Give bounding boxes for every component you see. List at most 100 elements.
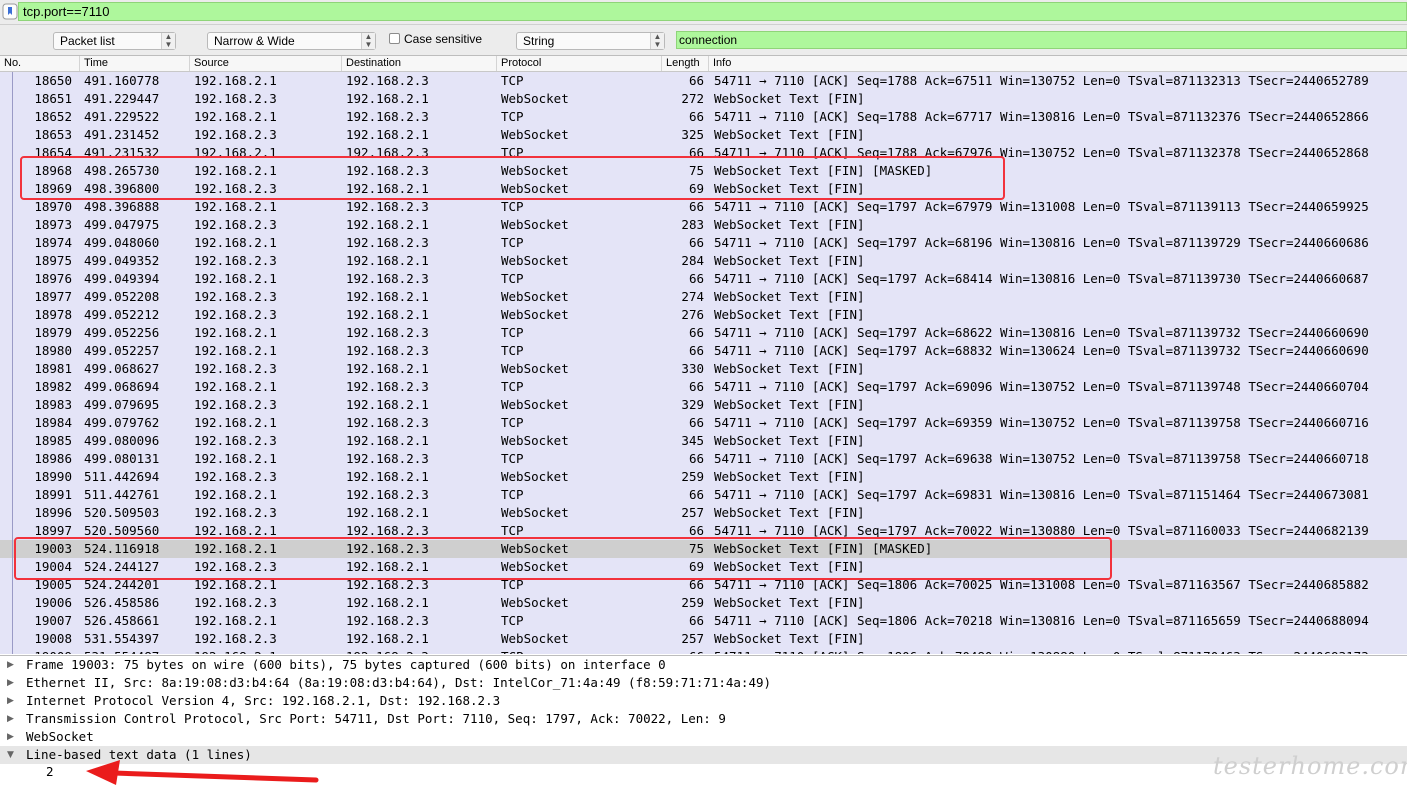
packet-info: 54711 → 7110 [ACK] Seq=1797 Ack=68414 Wi… [714,271,1369,286]
packet-protocol: WebSocket [501,307,569,322]
packet-destination: 192.168.2.1 [346,91,429,106]
packet-protocol: WebSocket [501,397,569,412]
case-sensitive-checkbox[interactable] [389,33,400,44]
packet-info: WebSocket Text [FIN] [714,631,865,646]
packet-length: 283 [681,217,704,232]
packet-length: 66 [688,451,704,466]
packet-row[interactable]: 18976 499.049394 192.168.2.1 192.168.2.3 TCP… [0,270,1407,288]
packet-row[interactable]: 18975 499.049352 192.168.2.3 192.168.2.1 Web… [0,252,1407,270]
packet-length: 66 [688,343,704,358]
packet-row[interactable]: 18990 511.442694 192.168.2.3 192.168.2.1 Web… [0,468,1407,486]
packet-row[interactable]: 18652 491.229522 192.168.2.1 192.168.2.3 TCP… [0,108,1407,126]
packet-row[interactable]: 18985 499.080096 192.168.2.3 192.168.2.1 Web… [0,432,1407,450]
find-search-input[interactable]: connection [676,31,1407,49]
packet-destination: 192.168.2.3 [346,73,429,88]
column-header-info[interactable]: Info [709,56,1407,71]
collapsed-triangle-icon[interactable]: ▶ [7,656,19,674]
detail-tree-item[interactable]: ▶ Ethernet II, Src: 8a:19:08:d3:b4:64 (8a… [0,674,1407,692]
packet-protocol: TCP [501,487,524,502]
packet-row[interactable]: 18986 499.080131 192.168.2.1 192.168.2.3 TCP… [0,450,1407,468]
detail-tree-item[interactable]: ▶ Internet Protocol Version 4, Src: 192.1… [0,692,1407,710]
packet-row[interactable]: 18979 499.052256 192.168.2.1 192.168.2.3 TCP… [0,324,1407,342]
packet-number: 18984 [34,415,72,430]
packet-length: 66 [688,235,704,250]
packet-length: 66 [688,271,704,286]
detail-tree-item[interactable]: ▶ Transmission Control Protocol, Src Port… [0,710,1407,728]
text-data-value[interactable]: 2 [46,763,54,781]
detail-tree-item[interactable]: ▶ WebSocket [0,728,1407,746]
char-width-select[interactable]: Narrow & Wide ▲ ▼ [207,32,376,50]
packet-protocol: WebSocket [501,289,569,304]
packet-destination: 192.168.2.1 [346,505,429,520]
packet-time: 511.442761 [84,487,160,502]
column-header-protocol[interactable]: Protocol [497,56,662,71]
packet-protocol: TCP [501,648,524,654]
packet-number: 18981 [34,361,72,376]
packet-source: 192.168.2.3 [194,127,277,142]
packet-protocol: WebSocket [501,91,569,106]
packet-number: 18991 [34,487,72,502]
column-header-source[interactable]: Source [190,56,342,71]
packet-row[interactable]: 18651 491.229447 192.168.2.3 192.168.2.1 Web… [0,90,1407,108]
collapsed-triangle-icon[interactable]: ▶ [7,728,19,746]
packet-protocol: TCP [501,73,524,88]
packet-source: 192.168.2.3 [194,397,277,412]
packet-info: WebSocket Text [FIN] [714,433,865,448]
packet-row[interactable]: 18981 499.068627 192.168.2.3 192.168.2.1 Web… [0,360,1407,378]
packet-row[interactable]: 18977 499.052208 192.168.2.3 192.168.2.1 Web… [0,288,1407,306]
packet-source: 192.168.2.1 [194,613,277,628]
packet-row[interactable]: 18970 498.396888 192.168.2.1 192.168.2.3 TCP… [0,198,1407,216]
packet-number: 18651 [34,91,72,106]
packet-row[interactable]: 18996 520.509503 192.168.2.3 192.168.2.1 Web… [0,504,1407,522]
search-type-select[interactable]: String ▲ ▼ [516,32,665,50]
detail-tree-item[interactable]: ▶ Frame 19003: 75 bytes on wire (600 bits… [0,656,1407,674]
packet-source: 192.168.2.3 [194,433,277,448]
packet-row[interactable]: 19009 531.554487 192.168.2.1 192.168.2.3 TCP… [0,648,1407,654]
packet-protocol: TCP [501,343,524,358]
packet-info: WebSocket Text [FIN] [714,91,865,106]
packet-destination: 192.168.2.3 [346,235,429,250]
packet-protocol: TCP [501,235,524,250]
packet-row[interactable]: 18653 491.231452 192.168.2.3 192.168.2.1 Web… [0,126,1407,144]
packet-row[interactable]: 18991 511.442761 192.168.2.1 192.168.2.3 TCP… [0,486,1407,504]
bookmark-icon[interactable] [2,3,18,20]
packet-row[interactable]: 18984 499.079762 192.168.2.1 192.168.2.3 TCP… [0,414,1407,432]
detail-tree-label: Ethernet II, Src: 8a:19:08:d3:b4:64 (8a:… [26,675,772,690]
packet-row[interactable]: 18974 499.048060 192.168.2.1 192.168.2.3 TCP… [0,234,1407,252]
search-in-select[interactable]: Packet list ▲ ▼ [53,32,176,50]
packet-row[interactable]: 19006 526.458586 192.168.2.3 192.168.2.1 Web… [0,594,1407,612]
collapsed-triangle-icon[interactable]: ▶ [7,710,19,728]
packet-row[interactable]: 18982 499.068694 192.168.2.1 192.168.2.3 TCP… [0,378,1407,396]
packet-protocol: TCP [501,415,524,430]
packet-source: 192.168.2.3 [194,217,277,232]
packet-number: 18652 [34,109,72,124]
packet-info: WebSocket Text [FIN] [714,397,865,412]
packet-destination: 192.168.2.1 [346,631,429,646]
collapsed-triangle-icon[interactable]: ▶ [7,692,19,710]
packet-protocol: WebSocket [501,469,569,484]
column-header-length[interactable]: Length [662,56,709,71]
packet-row[interactable]: 18650 491.160778 192.168.2.1 192.168.2.3 TCP… [0,72,1407,90]
packet-source: 192.168.2.3 [194,631,277,646]
collapsed-triangle-icon[interactable]: ▶ [7,674,19,692]
packet-source: 192.168.2.3 [194,91,277,106]
packet-destination: 192.168.2.1 [346,289,429,304]
case-sensitive-label: Case sensitive [404,32,483,46]
column-header-destination[interactable]: Destination [342,56,497,71]
packet-row[interactable]: 18978 499.052212 192.168.2.3 192.168.2.1 Web… [0,306,1407,324]
expanded-triangle-icon[interactable]: ▼ [7,746,19,764]
packet-row[interactable]: 18980 499.052257 192.168.2.1 192.168.2.3 TCP… [0,342,1407,360]
display-filter-input[interactable]: tcp.port==7110 [18,2,1407,21]
packet-number: 18974 [34,235,72,250]
packet-destination: 192.168.2.3 [346,199,429,214]
packet-row[interactable]: 19007 526.458661 192.168.2.1 192.168.2.3 TCP… [0,612,1407,630]
packet-destination: 192.168.2.1 [346,253,429,268]
packet-destination: 192.168.2.1 [346,595,429,610]
column-header-no[interactable]: No. [0,56,80,71]
packet-protocol: WebSocket [501,433,569,448]
packet-row[interactable]: 18983 499.079695 192.168.2.3 192.168.2.1 Web… [0,396,1407,414]
packet-row[interactable]: 18973 499.047975 192.168.2.3 192.168.2.1 Web… [0,216,1407,234]
packet-row[interactable]: 19008 531.554397 192.168.2.3 192.168.2.1 Web… [0,630,1407,648]
column-header-time[interactable]: Time [80,56,190,71]
packet-protocol: WebSocket [501,595,569,610]
